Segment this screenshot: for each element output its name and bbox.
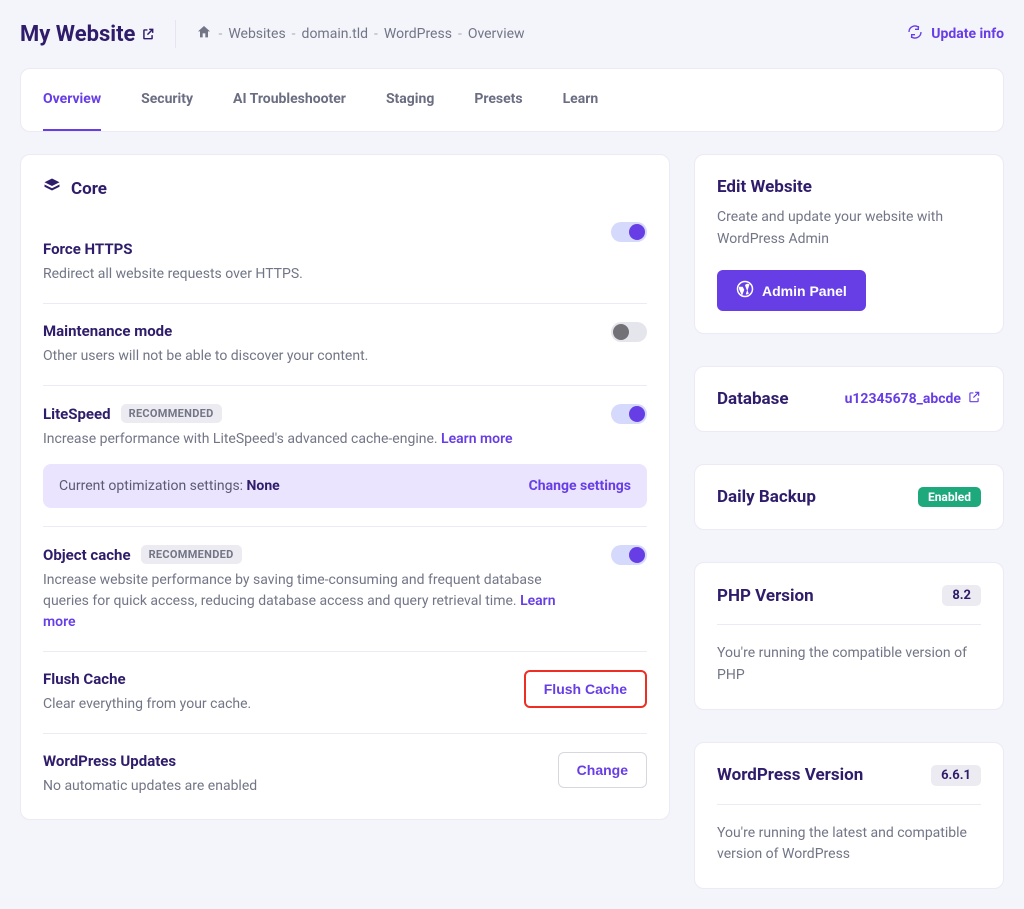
php-card: PHP Version 8.2 You're running the compa… — [694, 562, 1004, 709]
toggle-knob — [629, 547, 645, 563]
litespeed-opt-prefix: Current optimization settings: — [59, 478, 247, 494]
update-info-button[interactable]: Update info — [907, 24, 1004, 44]
site-title[interactable]: My Website — [20, 22, 155, 47]
wp-version-desc: You're running the latest and compatible… — [717, 823, 981, 866]
force-https-title: Force HTTPS — [43, 240, 133, 258]
vertical-divider — [175, 20, 176, 48]
breadcrumb-sep: - — [458, 26, 462, 42]
wp-version-card: WordPress Version 6.6.1 You're running t… — [694, 742, 1004, 889]
breadcrumb: - Websites - domain.tld - WordPress - Ov… — [196, 24, 524, 44]
wp-version-badge: 6.6.1 — [931, 765, 981, 786]
divider — [717, 804, 981, 805]
external-link-icon — [141, 22, 155, 47]
litespeed-toggle[interactable] — [611, 404, 647, 424]
layout: Core Force HTTPS Redirect all website re… — [20, 154, 1004, 889]
flush-cache-desc: Clear everything from your cache. — [43, 694, 251, 715]
tab-staging[interactable]: Staging — [386, 69, 434, 131]
core-title-text: Core — [71, 179, 107, 199]
breadcrumb-wordpress[interactable]: WordPress — [384, 26, 452, 42]
database-link[interactable]: u12345678_abcde — [845, 390, 981, 408]
litespeed-change-settings[interactable]: Change settings — [529, 478, 631, 494]
wordpress-icon — [736, 280, 754, 301]
litespeed-desc-text: Increase performance with LiteSpeed's ad… — [43, 431, 441, 447]
object-cache-badge: RECOMMENDED — [141, 545, 242, 564]
main-column: Core Force HTTPS Redirect all website re… — [20, 154, 670, 820]
breadcrumb-websites[interactable]: Websites — [228, 26, 285, 42]
setting-wp-updates: WordPress Updates No automatic updates a… — [43, 734, 647, 797]
maintenance-title: Maintenance mode — [43, 322, 172, 340]
tab-security[interactable]: Security — [141, 69, 193, 131]
setting-litespeed: LiteSpeed RECOMMENDED Increase performan… — [43, 386, 647, 527]
toggle-knob — [629, 224, 645, 240]
tab-learn[interactable]: Learn — [563, 69, 599, 131]
flush-cache-button[interactable]: Flush Cache — [524, 670, 647, 708]
backup-badge: Enabled — [918, 487, 981, 507]
setting-maintenance: Maintenance mode Other users will not be… — [43, 304, 647, 386]
edit-website-desc: Create and update your website with Word… — [717, 207, 981, 250]
wp-updates-change-button[interactable]: Change — [558, 752, 647, 788]
backup-card: Daily Backup Enabled — [694, 464, 1004, 530]
refresh-icon — [907, 24, 923, 44]
divider — [717, 624, 981, 625]
litespeed-learn-more[interactable]: Learn more — [441, 431, 512, 447]
toggle-knob — [629, 406, 645, 422]
setting-object-cache: Object cache RECOMMENDED Increase websit… — [43, 527, 647, 652]
breadcrumb-sep: - — [292, 26, 296, 42]
database-card: Database u12345678_abcde — [694, 366, 1004, 432]
litespeed-opt-label: Current optimization settings: None — [59, 478, 280, 494]
force-https-desc: Redirect all website requests over HTTPS… — [43, 264, 583, 285]
core-section-title: Core — [43, 177, 647, 200]
tabs: Overview Security AI Troubleshooter Stag… — [20, 68, 1004, 132]
setting-force-https: Force HTTPS Redirect all website request… — [43, 222, 647, 304]
database-name: u12345678_abcde — [845, 391, 961, 407]
site-title-text: My Website — [20, 22, 135, 47]
backup-title: Daily Backup — [717, 487, 816, 507]
flush-cache-title: Flush Cache — [43, 670, 126, 688]
tab-presets[interactable]: Presets — [474, 69, 522, 131]
home-icon[interactable] — [196, 24, 212, 44]
toggle-knob — [613, 324, 629, 340]
breadcrumb-domain[interactable]: domain.tld — [302, 26, 368, 42]
php-desc: You're running the compatible version of… — [717, 643, 981, 686]
breadcrumb-sep: - — [374, 26, 378, 42]
litespeed-opt-banner: Current optimization settings: None Chan… — [43, 464, 647, 508]
php-version-badge: 8.2 — [942, 585, 981, 606]
maintenance-desc: Other users will not be able to discover… — [43, 346, 583, 367]
edit-website-card: Edit Website Create and update your webs… — [694, 154, 1004, 334]
admin-panel-button[interactable]: Admin Panel — [717, 270, 866, 311]
force-https-toggle[interactable] — [611, 222, 647, 242]
layers-icon — [43, 177, 61, 200]
tab-ai-troubleshooter[interactable]: AI Troubleshooter — [233, 69, 346, 131]
tab-overview[interactable]: Overview — [43, 69, 101, 131]
object-cache-desc-text: Increase website performance by saving t… — [43, 572, 542, 609]
litespeed-desc: Increase performance with LiteSpeed's ad… — [43, 429, 583, 450]
litespeed-title: LiteSpeed — [43, 405, 111, 423]
maintenance-toggle[interactable] — [611, 322, 647, 342]
wp-updates-desc: No automatic updates are enabled — [43, 776, 257, 797]
header-left: My Website - Websites - domain.tld - Wor… — [20, 20, 525, 48]
core-card: Core Force HTTPS Redirect all website re… — [20, 154, 670, 820]
wp-updates-title: WordPress Updates — [43, 752, 176, 770]
object-cache-desc: Increase website performance by saving t… — [43, 570, 583, 633]
database-title: Database — [717, 389, 789, 409]
litespeed-opt-value: None — [247, 478, 280, 494]
page-header: My Website - Websites - domain.tld - Wor… — [20, 20, 1004, 48]
edit-website-title: Edit Website — [717, 177, 981, 197]
side-column: Edit Website Create and update your webs… — [694, 154, 1004, 889]
update-info-label: Update info — [931, 26, 1004, 42]
breadcrumb-overview[interactable]: Overview — [468, 26, 525, 42]
object-cache-title: Object cache — [43, 546, 131, 564]
breadcrumb-sep: - — [218, 26, 222, 42]
admin-panel-label: Admin Panel — [762, 283, 847, 299]
wp-version-title: WordPress Version — [717, 765, 863, 785]
object-cache-toggle[interactable] — [611, 545, 647, 565]
external-link-icon — [967, 390, 981, 408]
php-title: PHP Version — [717, 586, 814, 606]
litespeed-badge: RECOMMENDED — [121, 404, 222, 423]
setting-flush-cache: Flush Cache Clear everything from your c… — [43, 652, 647, 734]
